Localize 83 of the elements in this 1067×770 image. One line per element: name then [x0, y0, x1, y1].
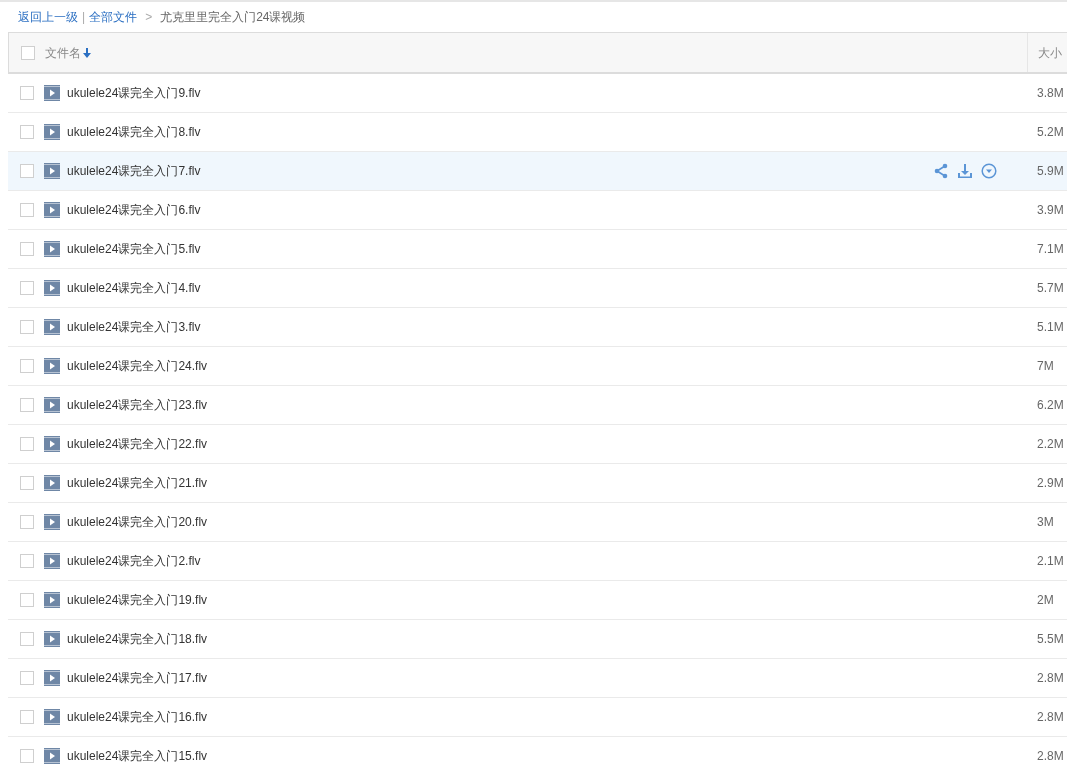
- download-icon[interactable]: [957, 163, 973, 179]
- file-name[interactable]: ukulele24课完全入门4.flv: [67, 279, 201, 297]
- checkbox[interactable]: [20, 437, 34, 451]
- video-file-icon: [44, 124, 60, 140]
- file-name[interactable]: ukulele24课完全入门2.flv: [67, 552, 201, 570]
- video-file-icon: [44, 202, 60, 218]
- file-name[interactable]: ukulele24课完全入门22.flv: [67, 435, 208, 453]
- checkbox[interactable]: [20, 281, 34, 295]
- checkbox[interactable]: [20, 125, 34, 139]
- share-icon[interactable]: [933, 163, 949, 179]
- file-name[interactable]: ukulele24课完全入门8.flv: [67, 123, 201, 141]
- checkbox[interactable]: [20, 593, 34, 607]
- file-name[interactable]: ukulele24课完全入门7.flv: [67, 162, 201, 180]
- file-name[interactable]: ukulele24课完全入门6.flv: [67, 201, 201, 219]
- checkbox[interactable]: [20, 320, 34, 334]
- separator-text: |: [82, 9, 86, 26]
- breadcrumb-arrow: >: [145, 9, 153, 26]
- video-file-icon: [44, 592, 60, 608]
- checkbox[interactable]: [20, 710, 34, 724]
- file-name[interactable]: ukulele24课完全入门23.flv: [67, 396, 208, 414]
- file-name[interactable]: ukulele24课完全入门3.flv: [67, 318, 201, 336]
- video-file-icon: [44, 358, 60, 374]
- checkbox[interactable]: [20, 359, 34, 373]
- dropdown-icon[interactable]: [981, 163, 997, 179]
- file-size: 3.9M: [1037, 202, 1064, 219]
- file-size: 3M: [1037, 514, 1054, 531]
- file-size: 5.1M: [1037, 319, 1064, 336]
- video-file-icon: [44, 85, 60, 101]
- video-file-icon: [44, 475, 60, 491]
- checkbox[interactable]: [20, 554, 34, 568]
- file-size: 7.1M: [1037, 241, 1064, 258]
- file-name[interactable]: ukulele24课完全入门15.flv: [67, 747, 208, 765]
- checkbox[interactable]: [20, 242, 34, 256]
- file-name[interactable]: ukulele24课完全入门19.flv: [67, 591, 208, 609]
- file-size: 2.1M: [1037, 553, 1064, 570]
- video-file-icon: [44, 280, 60, 296]
- column-header[interactable]: 大小: [1038, 43, 1062, 62]
- back-link[interactable]: 返回上一级: [18, 8, 78, 26]
- video-file-icon: [44, 709, 60, 725]
- checkbox[interactable]: [20, 632, 34, 646]
- file-size: 5.5M: [1037, 631, 1064, 648]
- all-files-link[interactable]: 全部文件: [89, 8, 138, 26]
- checkbox[interactable]: [20, 515, 34, 529]
- file-size: 2.8M: [1037, 670, 1064, 687]
- video-file-icon: [44, 631, 60, 647]
- video-file-icon: [44, 397, 60, 413]
- checkbox[interactable]: [20, 671, 34, 685]
- file-size: 2.8M: [1037, 748, 1064, 765]
- current-folder: 尤克里里完全入门24课视频: [160, 9, 306, 26]
- file-name[interactable]: ukulele24课完全入门21.flv: [67, 474, 208, 492]
- file-row[interactable]: ukulele24课完全入门7.flv 5.9M: [8, 152, 1067, 191]
- file-size: 5.7M: [1037, 280, 1064, 297]
- file-size: 2.8M: [1037, 709, 1064, 726]
- file-size: 6.2M: [1037, 397, 1064, 414]
- video-file-icon: [44, 748, 60, 764]
- file-size: 2.2M: [1037, 436, 1064, 453]
- checkbox[interactable]: [20, 164, 34, 178]
- checkbox[interactable]: [20, 203, 34, 217]
- checkbox[interactable]: [20, 86, 34, 100]
- file-size: 5.2M: [1037, 124, 1064, 141]
- video-file-icon: [44, 514, 60, 530]
- video-file-icon: [44, 319, 60, 335]
- video-file-icon: [44, 436, 60, 452]
- file-name[interactable]: ukulele24课完全入门18.flv: [67, 630, 208, 648]
- file-name[interactable]: ukulele24课完全入门20.flv: [67, 513, 208, 531]
- video-file-icon: [44, 670, 60, 686]
- checkbox[interactable]: [20, 476, 34, 490]
- file-size: 5.9M: [1037, 163, 1064, 180]
- file-name[interactable]: ukulele24课完全入门17.flv: [67, 669, 208, 687]
- checkbox[interactable]: [21, 45, 35, 60]
- file-name[interactable]: ukulele24课完全入门16.flv: [67, 708, 208, 726]
- checkbox[interactable]: [20, 398, 34, 412]
- checkbox[interactable]: [20, 749, 34, 763]
- video-file-icon: [44, 163, 60, 179]
- video-file-icon: [44, 553, 60, 569]
- file-size: 2.9M: [1037, 475, 1064, 492]
- video-file-icon: [44, 241, 60, 257]
- file-size: 2M: [1037, 592, 1054, 609]
- file-name[interactable]: ukulele24课完全入门9.flv: [67, 84, 201, 102]
- file-name[interactable]: ukulele24课完全入门24.flv: [67, 357, 208, 375]
- file-size: 3.8M: [1037, 85, 1064, 102]
- file-name[interactable]: ukulele24课完全入门5.flv: [67, 240, 201, 258]
- file-size: 7M: [1037, 358, 1054, 375]
